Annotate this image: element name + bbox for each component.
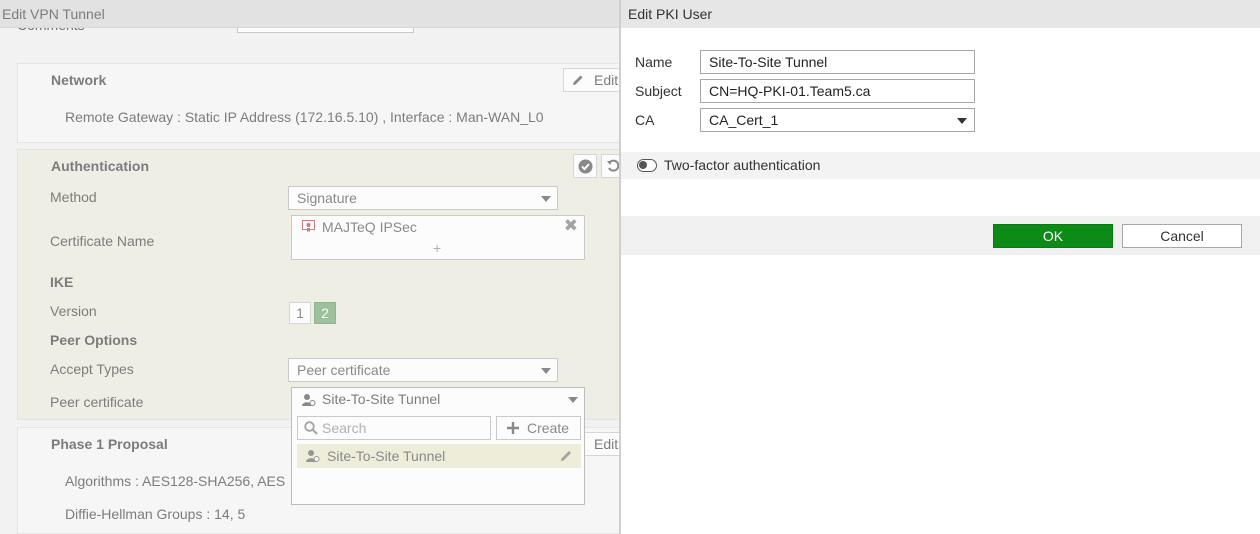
ca-label: CA bbox=[635, 112, 655, 128]
ok-button[interactable]: OK bbox=[993, 224, 1113, 248]
panel-footer: OK Cancel bbox=[621, 216, 1260, 255]
network-edit-label: Edit bbox=[594, 72, 619, 88]
method-label: Method bbox=[50, 189, 97, 205]
phase1-title: Phase 1 Proposal bbox=[51, 436, 168, 452]
revert-button[interactable] bbox=[601, 154, 620, 178]
version-label: Version bbox=[50, 303, 97, 319]
accept-types-value: Peer certificate bbox=[297, 362, 391, 378]
pencil-icon[interactable] bbox=[560, 449, 573, 462]
method-value: Signature bbox=[297, 190, 357, 206]
user-certificate-icon bbox=[306, 450, 320, 462]
ike-version-1-button[interactable]: 1 bbox=[289, 302, 311, 324]
method-select[interactable]: Signature bbox=[288, 186, 558, 210]
name-label: Name bbox=[635, 54, 673, 70]
authentication-title: Authentication bbox=[51, 158, 149, 174]
background-window-titlebar: Edit VPN Tunnel bbox=[0, 0, 620, 28]
chevron-down-icon bbox=[957, 118, 967, 124]
ike-version-2-button[interactable]: 2 bbox=[314, 302, 336, 324]
two-factor-label: Two-factor authentication bbox=[664, 157, 821, 173]
dropdown-option-site-to-site-tunnel[interactable]: Site-To-Site Tunnel bbox=[297, 444, 581, 468]
two-factor-row: Two-factor authentication bbox=[621, 152, 1260, 179]
phase1-edit-label: Edit bbox=[594, 436, 619, 452]
ike-title: IKE bbox=[50, 274, 74, 290]
peer-certificate-value: Site-To-Site Tunnel bbox=[322, 391, 441, 407]
name-input[interactable]: Site-To-Site Tunnel bbox=[700, 50, 975, 74]
remote-gateway-text: Remote Gateway : Static IP Address (172.… bbox=[65, 109, 544, 125]
network-title: Network bbox=[51, 72, 107, 88]
accept-types-select[interactable]: Peer certificate bbox=[288, 358, 558, 382]
peer-certificate-dropdown[interactable]: Site-To-Site Tunnel Search Create Site-T… bbox=[291, 387, 585, 505]
apply-button[interactable] bbox=[573, 154, 597, 178]
panel-titlebar: Edit PKI User bbox=[621, 0, 1260, 28]
check-circle-icon bbox=[578, 159, 593, 174]
subject-input[interactable]: CN=HQ-PKI-01.Team5.ca bbox=[700, 79, 975, 103]
option-label: Site-To-Site Tunnel bbox=[327, 448, 446, 464]
vpn-tunnel-editor-background: Comments Comments Edit VPN Tunnel Networ… bbox=[0, 0, 620, 534]
pencil-icon bbox=[573, 75, 583, 85]
add-certificate-icon[interactable]: + bbox=[433, 240, 441, 256]
plus-icon bbox=[507, 422, 519, 434]
background-window-title: Edit VPN Tunnel bbox=[2, 6, 105, 22]
chevron-down-icon bbox=[541, 368, 551, 374]
create-label: Create bbox=[527, 420, 570, 436]
certificate-name-label: Certificate Name bbox=[50, 233, 155, 249]
remove-certificate-icon[interactable]: ✖ bbox=[564, 216, 578, 236]
subject-label: Subject bbox=[635, 83, 682, 99]
ca-select[interactable]: CA_Cert_1 bbox=[700, 108, 975, 132]
panel-title: Edit PKI User bbox=[628, 6, 713, 22]
dropdown-search-input[interactable]: Search bbox=[297, 416, 491, 440]
certificate-name-field[interactable]: MAJTeQ IPSec ✖ + bbox=[291, 215, 585, 260]
cancel-button[interactable]: Cancel bbox=[1122, 224, 1242, 248]
toggle-knob bbox=[639, 161, 647, 169]
network-section: Network Edit Remote Gateway : Static IP … bbox=[17, 63, 620, 143]
user-certificate-icon bbox=[302, 394, 316, 406]
edit-pki-user-panel: Edit PKI User Name Site-To-Site Tunnel S… bbox=[619, 0, 1260, 534]
certificate-value: MAJTeQ IPSec bbox=[322, 219, 417, 235]
dropdown-create-button[interactable]: Create bbox=[496, 416, 581, 440]
two-factor-toggle[interactable] bbox=[637, 159, 657, 172]
network-edit-button[interactable]: Edit bbox=[563, 68, 620, 92]
peer-certificate-label: Peer certificate bbox=[50, 394, 144, 410]
chevron-down-icon bbox=[568, 397, 578, 403]
accept-types-label: Accept Types bbox=[50, 361, 134, 377]
dh-groups-text: Diffie-Hellman Groups : 14, 5 bbox=[65, 506, 246, 522]
search-icon bbox=[304, 421, 318, 435]
peer-options-title: Peer Options bbox=[50, 332, 138, 348]
ca-value: CA_Cert_1 bbox=[709, 112, 779, 128]
algorithms-text: Algorithms : AES128-SHA256, AES bbox=[65, 473, 286, 489]
dropdown-search-placeholder: Search bbox=[322, 420, 367, 436]
certificate-icon bbox=[302, 220, 315, 232]
chevron-down-icon bbox=[541, 196, 551, 202]
